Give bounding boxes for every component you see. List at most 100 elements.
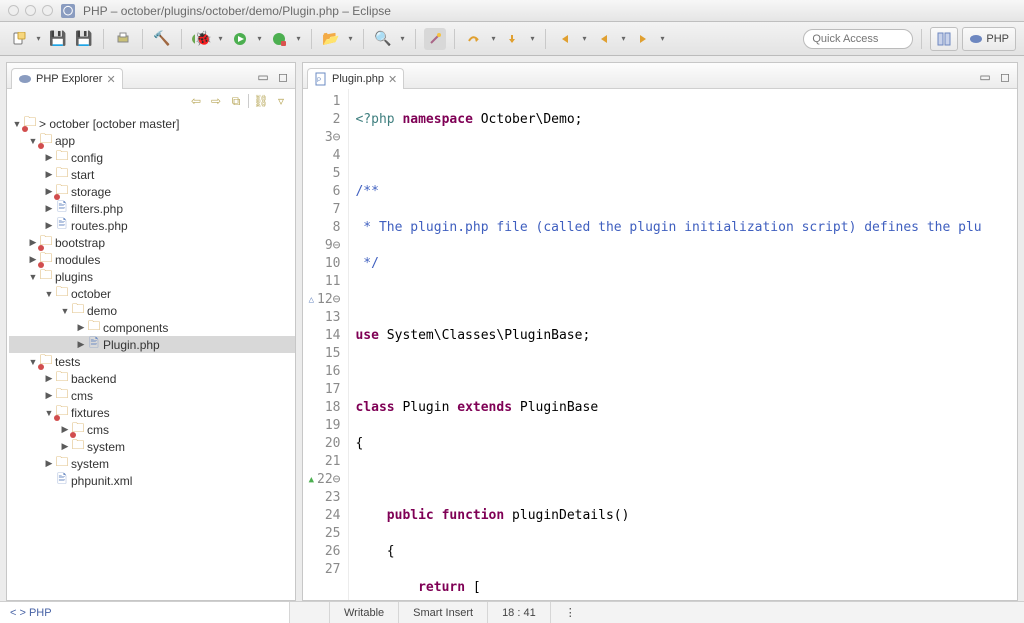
nav-fwd-icon[interactable]: ⇨ (208, 93, 224, 109)
dropdown-icon[interactable]: ▾ (489, 28, 498, 50)
tree-label: filters.php (71, 202, 123, 216)
separator (921, 29, 922, 49)
save-button[interactable]: 💾 (47, 28, 69, 50)
dropdown-icon[interactable]: ▾ (658, 28, 667, 50)
twisty-closed-icon[interactable]: ▶ (43, 152, 55, 163)
run-button[interactable] (229, 28, 251, 50)
tree-label: phpunit.xml (71, 474, 132, 488)
tree-item[interactable]: ▼ 🗀 plugins (9, 268, 295, 285)
dropdown-icon[interactable]: ▾ (528, 28, 537, 50)
dropdown-icon[interactable]: ▾ (255, 28, 264, 50)
step-into-button[interactable] (502, 28, 524, 50)
php-explorer-icon (18, 72, 32, 86)
link-editor-icon[interactable]: ⛓ (253, 93, 269, 109)
code-area[interactable]: <?php namespace October\Demo; /** * The … (349, 89, 1017, 600)
folder-icon: 🗀 (71, 304, 85, 318)
editor-gutter[interactable]: 123⊖456789⊖1011△12⊖131415161718192021▲22… (303, 89, 349, 600)
window-title: PHP – october/plugins/october/demo/Plugi… (83, 4, 391, 18)
tree-item[interactable]: ▶ 🗀 system (9, 438, 295, 455)
print-button[interactable] (112, 28, 134, 50)
open-perspective-button[interactable] (930, 27, 958, 51)
dropdown-icon[interactable]: ▾ (294, 28, 303, 50)
tab-plugin-php[interactable]: P Plugin.php ✕ (307, 68, 404, 89)
twisty-closed-icon[interactable]: ▶ (43, 373, 55, 384)
tree-item[interactable]: ▶ 🖹 filters.php (9, 200, 295, 217)
editor-body[interactable]: 123⊖456789⊖1011△12⊖131415161718192021▲22… (303, 89, 1017, 600)
close-icon[interactable]: ✕ (106, 73, 115, 86)
close-icon[interactable]: ✕ (388, 73, 397, 86)
code-token: extends (457, 400, 512, 415)
separator (248, 94, 249, 108)
tree-item[interactable]: ▼ 🗀 fixtures (9, 404, 295, 421)
twisty-open-icon[interactable]: ▼ (59, 306, 71, 316)
php-perspective-button[interactable]: PHP (962, 27, 1016, 51)
search-button[interactable]: 🔍 (372, 28, 394, 50)
twisty-closed-icon[interactable]: ▶ (43, 390, 55, 401)
traffic-close-icon[interactable] (8, 5, 19, 16)
debug-button[interactable]: 🐞 (190, 28, 212, 50)
folder-icon: 🗀 (39, 270, 53, 284)
tree-item[interactable]: ▶ 🗀 backend (9, 370, 295, 387)
minimize-icon[interactable]: ▭ (977, 69, 993, 85)
tree-item[interactable]: ▼ 🗀 tests (9, 353, 295, 370)
tree-item[interactable]: ▶ 🗀 components (9, 319, 295, 336)
tree-item[interactable]: ▶ 🗀 config (9, 149, 295, 166)
twisty-closed-icon[interactable]: ▶ (43, 169, 55, 180)
twisty-open-icon[interactable]: ▼ (27, 272, 39, 282)
tree-item[interactable]: ▼ 🗀 demo (9, 302, 295, 319)
tree-item[interactable]: ▶ 🗀 start (9, 166, 295, 183)
folder-icon: 🗀 (71, 423, 85, 437)
dropdown-icon[interactable]: ▾ (398, 28, 407, 50)
maximize-icon[interactable]: ◻ (997, 69, 1013, 85)
build-button[interactable]: 🔨 (151, 28, 173, 50)
view-menu-icon[interactable]: ▿ (273, 93, 289, 109)
quick-access-input[interactable] (803, 29, 913, 49)
status-menu[interactable]: ⋮ (551, 602, 590, 623)
code-line: { (355, 435, 1011, 453)
twisty-closed-icon[interactable]: ▶ (75, 322, 87, 333)
collapse-all-icon[interactable]: ⧉ (228, 93, 244, 109)
twisty-closed-icon[interactable]: ▶ (59, 441, 71, 452)
tree-label: system (87, 440, 125, 454)
tree-item[interactable]: 🖹 phpunit.xml (9, 472, 295, 489)
dropdown-icon[interactable]: ▾ (216, 28, 225, 50)
nav-forward-button[interactable] (632, 28, 654, 50)
tree-label: backend (71, 372, 116, 386)
nav-back-button[interactable] (554, 28, 576, 50)
twisty-open-icon[interactable]: ▼ (43, 289, 55, 299)
new-button[interactable] (8, 28, 30, 50)
maximize-icon[interactable]: ◻ (275, 69, 291, 85)
twisty-closed-icon[interactable]: ▶ (43, 220, 55, 231)
tree-item[interactable]: ▶ 🗀 storage (9, 183, 295, 200)
tree-item[interactable]: ▼ 🗀 october (9, 285, 295, 302)
dropdown-icon[interactable]: ▾ (346, 28, 355, 50)
traffic-min-icon[interactable] (25, 5, 36, 16)
tree-item[interactable]: ▶ 🗀 system (9, 455, 295, 472)
nav-back-icon[interactable]: ⇦ (188, 93, 204, 109)
dropdown-icon[interactable]: ▾ (34, 28, 43, 50)
tab-php-explorer[interactable]: PHP Explorer ✕ (11, 68, 123, 89)
dropdown-icon[interactable]: ▾ (580, 28, 589, 50)
tree-item[interactable]: ▶ 🗀 cms (9, 387, 295, 404)
save-all-button[interactable]: 💾 (73, 28, 95, 50)
open-type-button[interactable]: 📂 (320, 28, 342, 50)
twisty-closed-icon[interactable]: ▶ (43, 203, 55, 214)
explorer-tree[interactable]: ▼ 🗀 > october [october master] ▼ 🗀 app ▶… (7, 113, 295, 600)
tree-item[interactable]: ▶ 🗀 cms (9, 421, 295, 438)
tree-item[interactable]: ▶ 🗀 modules (9, 251, 295, 268)
status-writable-label: Writable (344, 607, 384, 619)
twisty-closed-icon[interactable]: ▶ (43, 458, 55, 469)
tree-label: cms (71, 389, 93, 403)
external-tools-button[interactable] (268, 28, 290, 50)
status-cursor-label: 18 : 41 (502, 607, 536, 619)
tree-item[interactable]: ▼ 🗀 app (9, 132, 295, 149)
minimize-icon[interactable]: ▭ (255, 69, 271, 85)
dropdown-icon[interactable]: ▾ (619, 28, 628, 50)
step-over-button[interactable] (463, 28, 485, 50)
eclipse-icon: ◯ (61, 4, 75, 18)
nav-back-history-button[interactable] (593, 28, 615, 50)
tree-label: modules (55, 253, 100, 267)
wand-button[interactable] (424, 28, 446, 50)
traffic-max-icon[interactable] (42, 5, 53, 16)
twisty-closed-icon[interactable]: ▶ (75, 339, 87, 350)
